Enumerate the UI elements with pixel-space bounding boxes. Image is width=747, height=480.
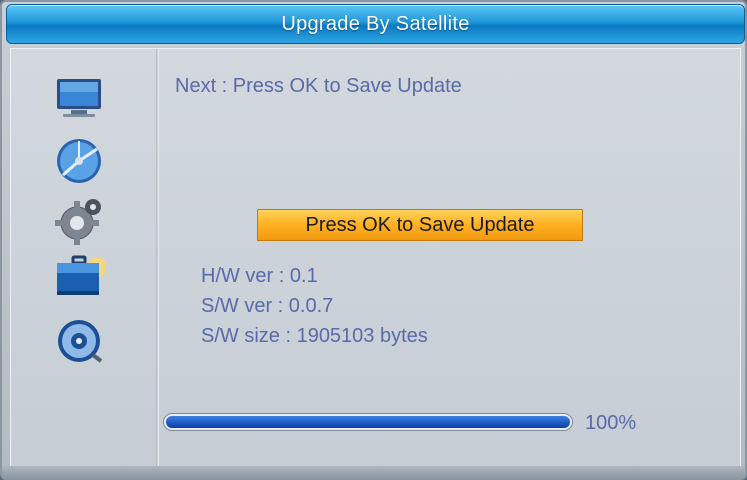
progress-fill xyxy=(166,416,570,428)
bottom-bar xyxy=(2,466,745,478)
media-disc-icon[interactable] xyxy=(53,315,105,367)
save-update-button[interactable]: Press OK to Save Update xyxy=(257,209,583,241)
content-panel: Next : Press OK to Save Update Press OK … xyxy=(10,48,741,468)
sidebar xyxy=(11,49,155,467)
sw-version: S/W ver : 0.0.7 xyxy=(201,295,334,317)
gear-icon[interactable] xyxy=(53,195,105,247)
sw-size: S/W size : 1905103 bytes xyxy=(201,325,428,347)
window-title: Upgrade By Satellite xyxy=(281,13,470,35)
progress-percent: 100% xyxy=(585,412,637,434)
sidebar-divider xyxy=(156,49,159,467)
window-frame: Upgrade By Satellite Next: Press OK to … xyxy=(0,0,747,480)
progress-bar xyxy=(163,413,573,431)
satellite-dish-icon[interactable] xyxy=(53,135,105,187)
hw-version: H/W ver : 0.1 xyxy=(201,265,318,287)
toolbox-icon[interactable] xyxy=(53,251,105,303)
tv-monitor-icon[interactable] xyxy=(53,73,105,125)
next-step-hint: Next : Press OK to Save Update xyxy=(175,75,462,97)
title-bar: Upgrade By Satellite xyxy=(6,4,745,44)
